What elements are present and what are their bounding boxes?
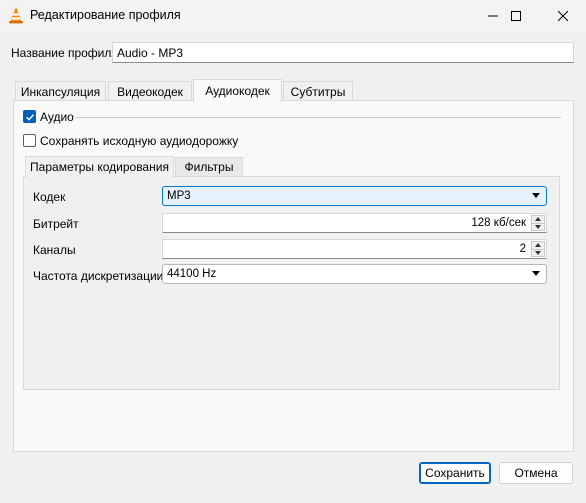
profile-name-label: Название профиля — [11, 46, 118, 60]
window-title: Редактирование профиля — [30, 8, 181, 22]
codec-value: MP3 — [167, 190, 191, 202]
channels-spinbox[interactable]: 2 — [162, 239, 547, 259]
channels-value: 2 — [519, 243, 526, 255]
tab-label: Аудиокодек — [205, 84, 270, 98]
bitrate-spinbox[interactable]: 128 кб/сек — [162, 213, 547, 233]
tab-video-codec[interactable]: Видеокодек — [108, 81, 192, 101]
audio-checkbox[interactable] — [23, 110, 36, 123]
group-divider — [76, 117, 561, 118]
chevron-down-icon — [532, 271, 540, 276]
channels-label: Каналы — [33, 243, 76, 257]
tab-label: Параметры кодирования — [30, 160, 169, 174]
tab-filters[interactable]: Фильтры — [175, 157, 243, 176]
codec-label: Кодек — [33, 190, 66, 204]
samplerate-select[interactable]: 44100 Hz — [162, 264, 547, 284]
save-button[interactable]: Сохранить — [419, 462, 491, 484]
increment-button[interactable] — [531, 215, 545, 224]
arrow-down-icon — [535, 250, 541, 255]
arrow-up-icon — [535, 217, 541, 222]
checkmark-icon — [25, 113, 34, 121]
decrement-button[interactable] — [531, 223, 545, 231]
chevron-down-icon — [532, 193, 540, 198]
bitrate-stepper[interactable] — [531, 215, 545, 231]
tab-encapsulation[interactable]: Инкапсуляция — [15, 81, 106, 101]
cancel-button[interactable]: Отмена — [499, 462, 573, 484]
samplerate-label: Частота дискретизации — [33, 269, 164, 283]
decrement-button[interactable] — [531, 249, 545, 257]
tab-encoding-parameters[interactable]: Параметры кодирования — [25, 156, 174, 177]
maximize-icon — [511, 11, 521, 21]
close-button[interactable] — [540, 0, 586, 32]
keep-original-audio-label: Сохранять исходную аудиодорожку — [40, 134, 239, 148]
samplerate-value: 44100 Hz — [167, 268, 217, 280]
cancel-button-label: Отмена — [514, 466, 558, 480]
tab-label: Видеокодек — [117, 84, 183, 99]
tab-label: Инкапсуляция — [20, 84, 101, 99]
arrow-down-icon — [535, 224, 541, 229]
close-icon — [558, 11, 568, 21]
keep-original-audio-checkbox[interactable] — [23, 134, 36, 147]
increment-button[interactable] — [531, 241, 545, 250]
bitrate-value: 128 кб/сек — [471, 217, 526, 229]
title-bar: Редактирование профиля — [0, 0, 586, 32]
profile-name-value: Audio - MP3 — [117, 45, 184, 60]
maximize-button[interactable] — [493, 0, 539, 32]
tab-label: Фильтры — [184, 160, 234, 174]
save-button-label: Сохранить — [425, 466, 485, 480]
codec-select[interactable]: MP3 — [162, 186, 547, 206]
active-tab-joiner — [194, 100, 281, 102]
active-subtab-joiner — [26, 176, 173, 178]
audio-checkbox-label: Аудио — [40, 110, 74, 124]
tab-label: Субтитры — [290, 84, 346, 99]
bitrate-label: Битрейт — [33, 217, 79, 231]
profile-name-input[interactable]: Audio - MP3 — [112, 42, 574, 63]
tab-audio-codec[interactable]: Аудиокодек — [193, 79, 282, 102]
vlc-cone-icon — [8, 6, 24, 24]
arrow-up-icon — [535, 243, 541, 248]
channels-stepper[interactable] — [531, 241, 545, 257]
tab-subtitles[interactable]: Субтитры — [283, 81, 353, 101]
